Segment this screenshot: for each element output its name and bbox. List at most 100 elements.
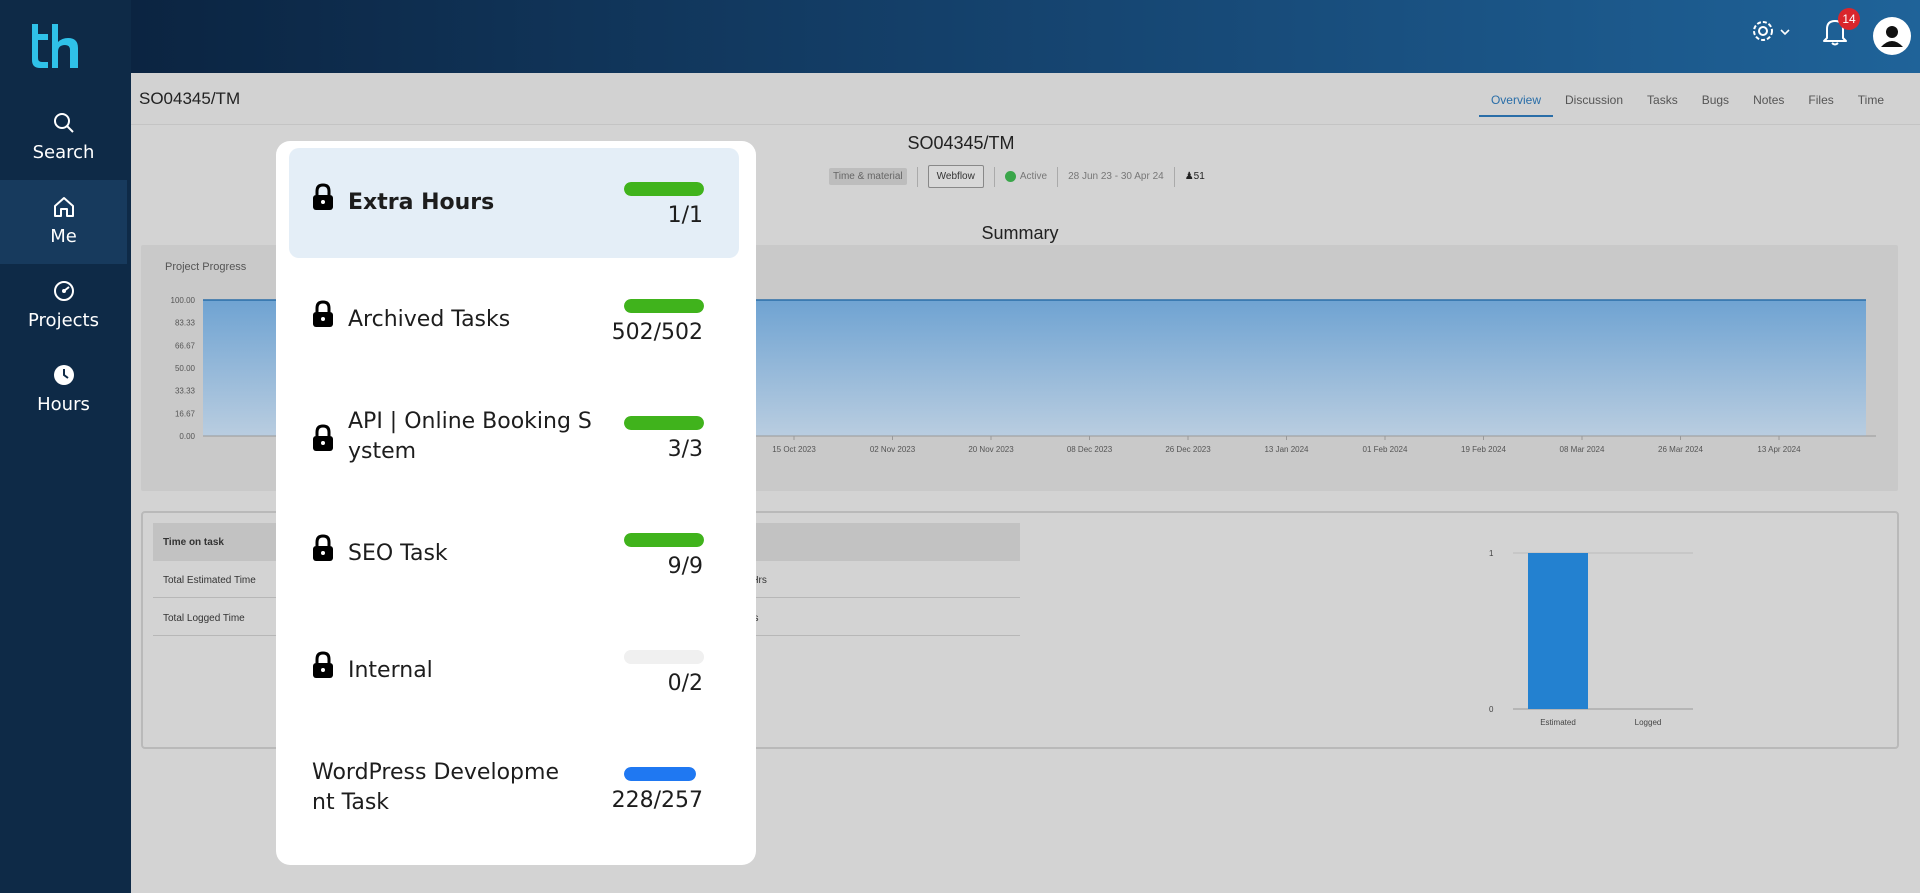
x-tick-label: 19 Feb 2024 — [1461, 445, 1506, 454]
task-list-item[interactable]: Archived Tasks 502/502 — [289, 265, 739, 375]
project-meta: Time & material Webflow Active 28 Jun 23… — [829, 165, 1205, 188]
x-tick-label: 13 Jan 2024 — [1264, 445, 1309, 454]
x-tick-label: 20 Nov 2023 — [968, 445, 1014, 454]
x-tick-label: 15 Oct 2023 — [772, 445, 816, 454]
lock-icon — [313, 651, 333, 678]
tab-notes[interactable]: Notes — [1741, 87, 1796, 117]
billing-badge: Time & material — [829, 168, 907, 185]
progress-bar — [624, 533, 704, 547]
home-icon — [53, 197, 74, 217]
chevron-down-icon — [1780, 29, 1790, 36]
bar-estimated — [1528, 553, 1588, 709]
status-label: Active — [1019, 171, 1048, 183]
tab-files[interactable]: Files — [1796, 87, 1845, 117]
lock-icon — [313, 534, 333, 561]
sidebar-item-label: Search — [32, 142, 95, 163]
sidebar-item-me[interactable]: Me — [0, 180, 127, 264]
sidebar-item-label: Me — [50, 226, 77, 247]
lock-icon — [313, 300, 333, 327]
members-count: ♟51 — [1184, 171, 1205, 182]
time-table-title: Time on task — [163, 537, 224, 548]
time-bar-chart: 1 0 Estimated Logged — [1489, 549, 1693, 727]
divider — [993, 166, 995, 187]
progress-bar-fill — [624, 299, 704, 313]
sidebar-item-label: Projects — [28, 310, 99, 331]
task-count: 0/2 — [667, 671, 703, 696]
x-tick-label: 08 Dec 2023 — [1067, 445, 1113, 454]
divider — [1057, 166, 1059, 187]
page-header: SO04345/TM Overview Discussion Tasks Bug… — [131, 73, 1920, 125]
task-list-item[interactable]: Internal 0/2 — [289, 616, 739, 726]
lock-icon — [313, 183, 333, 210]
task-list-item[interactable]: WordPress Developme nt Task 228/257 — [289, 733, 739, 843]
tab-discussion[interactable]: Discussion — [1553, 87, 1635, 117]
divider — [916, 166, 918, 187]
task-list-name: API | Online Booking S ystem — [348, 409, 592, 464]
y-tick-label: 100.00 — [171, 296, 196, 305]
sidebar-item-projects[interactable]: Projects — [0, 264, 127, 348]
sidebar-item-search[interactable]: Search — [0, 96, 127, 180]
time-row-label: Total Estimated Time — [163, 575, 256, 586]
task-count: 1/1 — [667, 203, 703, 228]
x-tick-label: 26 Mar 2024 — [1658, 445, 1703, 454]
task-list-item[interactable]: SEO Task 9/9 — [289, 499, 739, 609]
y-tick-label: 1 — [1489, 549, 1494, 558]
page-title: SO04345/TM — [139, 89, 241, 108]
divider — [1173, 166, 1175, 187]
task-list-name: WordPress Developme nt Task — [312, 760, 559, 815]
progress-bar-fill — [624, 767, 696, 781]
tab-tasks[interactable]: Tasks — [1635, 87, 1690, 117]
x-tick-label: 13 Apr 2024 — [1757, 445, 1801, 454]
progress-bar-fill — [624, 533, 704, 547]
clock-icon — [53, 365, 74, 385]
task-list-name: Archived Tasks — [348, 307, 511, 332]
status-badge: Active — [1004, 170, 1048, 183]
chart-title: Project Progress — [165, 261, 247, 273]
x-tick-label: 08 Mar 2024 — [1560, 445, 1605, 454]
progress-bar — [624, 299, 704, 313]
tab-time[interactable]: Time — [1846, 87, 1896, 117]
platform-badge: Webflow — [927, 165, 984, 188]
sidebar: Search Me Projects Hours — [0, 0, 131, 893]
y-tick-label: 16.67 — [175, 409, 196, 418]
members-count-value: 51 — [1193, 171, 1205, 182]
task-count: 3/3 — [667, 437, 703, 462]
progress-bar — [624, 650, 704, 664]
x-tick-label: Estimated — [1540, 718, 1576, 727]
time-row-label: Total Logged Time — [163, 613, 245, 624]
y-tick-label: 83.33 — [175, 319, 196, 328]
search-icon — [53, 113, 74, 133]
tab-bar: Overview Discussion Tasks Bugs Notes Fil… — [1478, 87, 1896, 117]
task-list-item[interactable]: Extra Hours 1/1 — [289, 148, 739, 258]
app-logo[interactable] — [26, 20, 82, 70]
user-icon[interactable] — [1873, 17, 1911, 55]
tab-bugs[interactable]: Bugs — [1690, 87, 1741, 117]
gear-icon — [1753, 21, 1773, 41]
progress-bar — [624, 182, 704, 196]
x-tick-label: Logged — [1635, 718, 1662, 727]
x-tick-label: 02 Nov 2023 — [870, 445, 916, 454]
task-list-name: Extra Hours — [348, 190, 495, 215]
sidebar-item-label: Hours — [37, 394, 90, 415]
task-list-name: SEO Task — [348, 541, 448, 566]
x-tick-label: 01 Feb 2024 — [1363, 445, 1408, 454]
progress-bar — [624, 767, 696, 781]
tab-overview[interactable]: Overview — [1478, 87, 1553, 117]
lock-icon — [313, 424, 333, 451]
y-tick-label: 33.33 — [175, 387, 196, 396]
y-tick-label: 66.67 — [175, 341, 196, 350]
settings-dropdown[interactable] — [1748, 14, 1794, 48]
top-bar — [131, 0, 1920, 73]
gauge-icon — [53, 281, 74, 301]
y-tick-label: 0 — [1489, 705, 1494, 714]
task-count: 228/257 — [611, 788, 703, 813]
progress-bar-fill — [624, 182, 704, 196]
progress-bar-fill — [624, 416, 704, 430]
task-count: 9/9 — [667, 554, 703, 579]
status-dot-icon — [1004, 170, 1016, 182]
date-range: 28 Jun 23 - 30 Apr 24 — [1068, 171, 1164, 182]
task-list-item[interactable]: API | Online Booking S ystem 3/3 — [289, 382, 739, 492]
sidebar-item-hours[interactable]: Hours — [0, 348, 127, 432]
task-list-name: Internal — [348, 658, 433, 683]
x-tick-label: 26 Dec 2023 — [1165, 445, 1211, 454]
